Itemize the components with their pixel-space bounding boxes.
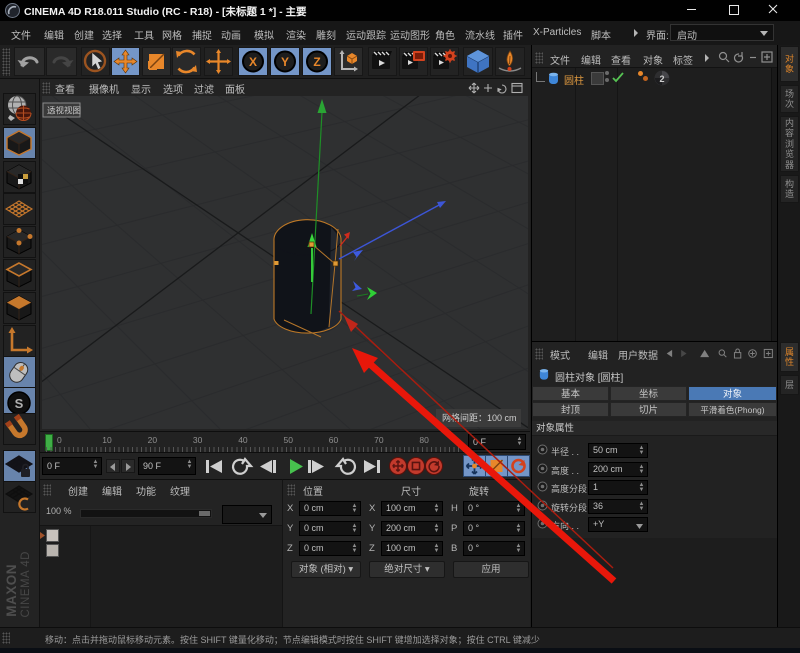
svg-text:X: X (249, 55, 257, 69)
svg-text:透视视图: 透视视图 (47, 106, 81, 116)
svg-text:网格间距：100 cm: 网格间距：100 cm (442, 412, 517, 423)
svg-text:Z: Z (313, 55, 320, 69)
svg-text:2: 2 (659, 74, 664, 84)
svg-text:S: S (15, 396, 24, 411)
svg-text:Y: Y (281, 55, 289, 69)
